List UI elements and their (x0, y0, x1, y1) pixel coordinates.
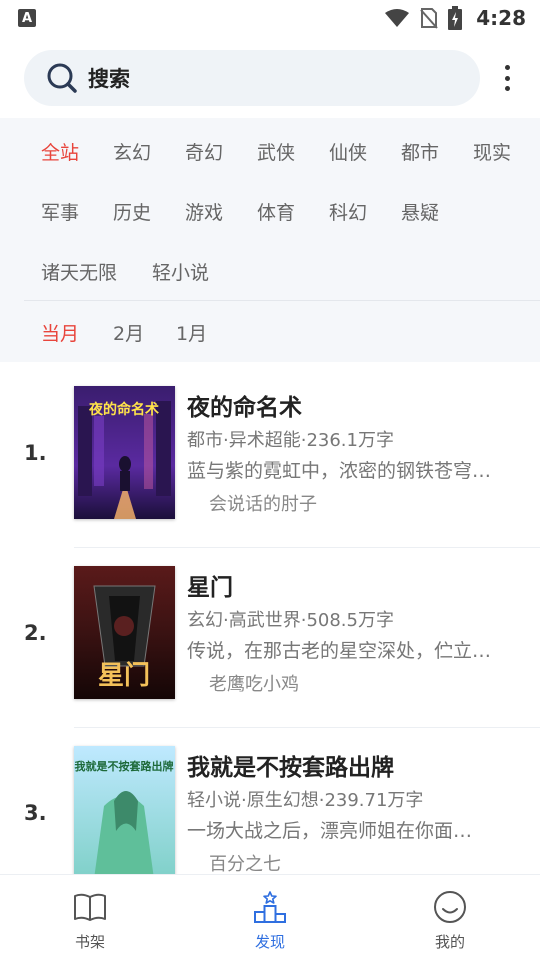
category-tiyu[interactable]: 体育 (257, 198, 295, 225)
nav-bookshelf[interactable]: 书架 (30, 875, 150, 960)
nav-profile[interactable]: 我的 (390, 875, 510, 960)
period-current-month[interactable]: 当月 (41, 319, 79, 346)
book-cover: 我就是不按套路出牌 (74, 746, 175, 879)
category-lishi[interactable]: 历史 (113, 198, 151, 225)
no-sim-icon (420, 8, 438, 29)
book-list-item[interactable]: 1. 夜的命名术 夜的命名术 都市·异术超能·236.1万字 蓝与紫的霓虹中，浓… (0, 368, 540, 548)
period-february[interactable]: 2月 (113, 319, 144, 346)
cover-title-text: 夜的命名术 (88, 401, 159, 418)
book-title: 星门 (187, 575, 233, 601)
book-title: 我就是不按套路出牌 (187, 755, 394, 781)
search-row: 搜索 (0, 40, 540, 118)
category-dushi[interactable]: 都市 (401, 138, 439, 165)
category-qingxiaoshuo[interactable]: 轻小说 (152, 258, 209, 285)
category-kehuan[interactable]: 科幻 (329, 198, 367, 225)
author-row: 老鹰吃小鸡 (187, 670, 299, 696)
podium-icon (254, 891, 286, 923)
cover-title-text: 我就是不按套路出牌 (75, 759, 174, 773)
book-description: 蓝与紫的霓虹中，浓密的钢铁苍穹… (187, 460, 492, 482)
dot (504, 65, 510, 70)
category-qihuan[interactable]: 奇幻 (185, 138, 223, 165)
book-meta: 都市·异术超能·236.1万字 (187, 430, 394, 451)
category-xianxia[interactable]: 仙侠 (329, 138, 367, 165)
dot (504, 86, 510, 91)
battery-charging-icon (448, 6, 463, 30)
search-icon (47, 63, 77, 93)
book-author: 百分之七 (209, 854, 281, 875)
book-author: 会说话的肘子 (209, 494, 317, 515)
period-january[interactable]: 1月 (176, 319, 207, 346)
rank-number: 2. (24, 621, 47, 645)
author-icon (191, 855, 201, 865)
bottom-navigation: 书架 发现 我的 (0, 874, 540, 960)
divider (24, 300, 540, 301)
clock: 4:28 (476, 6, 526, 30)
book-description: 一场大战之后，漂亮师姐在你面… (187, 820, 473, 842)
nav-label: 书架 (74, 933, 105, 951)
category-xuanyi[interactable]: 悬疑 (401, 198, 439, 225)
category-zhutian[interactable]: 诸天无限 (41, 258, 117, 285)
nav-discover[interactable]: 发现 (210, 875, 330, 960)
filter-panel: 全站 玄幻 奇幻 武侠 仙侠 都市 现实 军事 历史 游戏 体育 科幻 悬疑 诸… (0, 118, 540, 362)
nav-label: 发现 (254, 933, 285, 951)
search-bar[interactable]: 搜索 (24, 50, 480, 106)
book-list-item[interactable]: 2. 星门 星门 玄幻·高武世界·508.5万字 传说，在那古老的星空深处，伫立… (0, 548, 540, 728)
nav-label: 我的 (434, 933, 465, 951)
more-options-button[interactable] (496, 62, 518, 94)
category-junshi[interactable]: 军事 (41, 198, 79, 225)
dot (504, 75, 510, 81)
author-row: 百分之七 (187, 850, 281, 876)
book-title: 夜的命名术 (187, 395, 302, 421)
book-meta: 轻小说·原生幻想·239.71万字 (187, 790, 424, 811)
book-meta: 玄幻·高武世界·508.5万字 (187, 610, 394, 631)
app-badge: A (18, 9, 36, 27)
status-bar: A 4:28 (0, 0, 540, 36)
book-description: 传说，在那古老的星空深处，伫立… (187, 640, 492, 662)
search-label: 搜索 (88, 67, 130, 91)
category-xianshi[interactable]: 现实 (473, 138, 511, 165)
author-row: 会说话的肘子 (187, 490, 317, 516)
cover-title-text: 星门 (98, 661, 150, 691)
author-icon (191, 675, 201, 685)
category-youxi[interactable]: 游戏 (185, 198, 223, 225)
rank-number: 1. (24, 441, 47, 465)
category-xuanhuan[interactable]: 玄幻 (113, 138, 151, 165)
smile-icon (434, 891, 466, 923)
book-cover: 夜的命名术 (74, 386, 175, 519)
category-wuxia[interactable]: 武侠 (257, 138, 295, 165)
category-all[interactable]: 全站 (41, 138, 79, 165)
book-icon (74, 893, 106, 921)
author-icon (191, 495, 201, 505)
wifi-icon (385, 9, 410, 27)
book-author: 老鹰吃小鸡 (209, 674, 299, 695)
rank-number: 3. (24, 801, 47, 825)
book-cover: 星门 (74, 566, 175, 699)
